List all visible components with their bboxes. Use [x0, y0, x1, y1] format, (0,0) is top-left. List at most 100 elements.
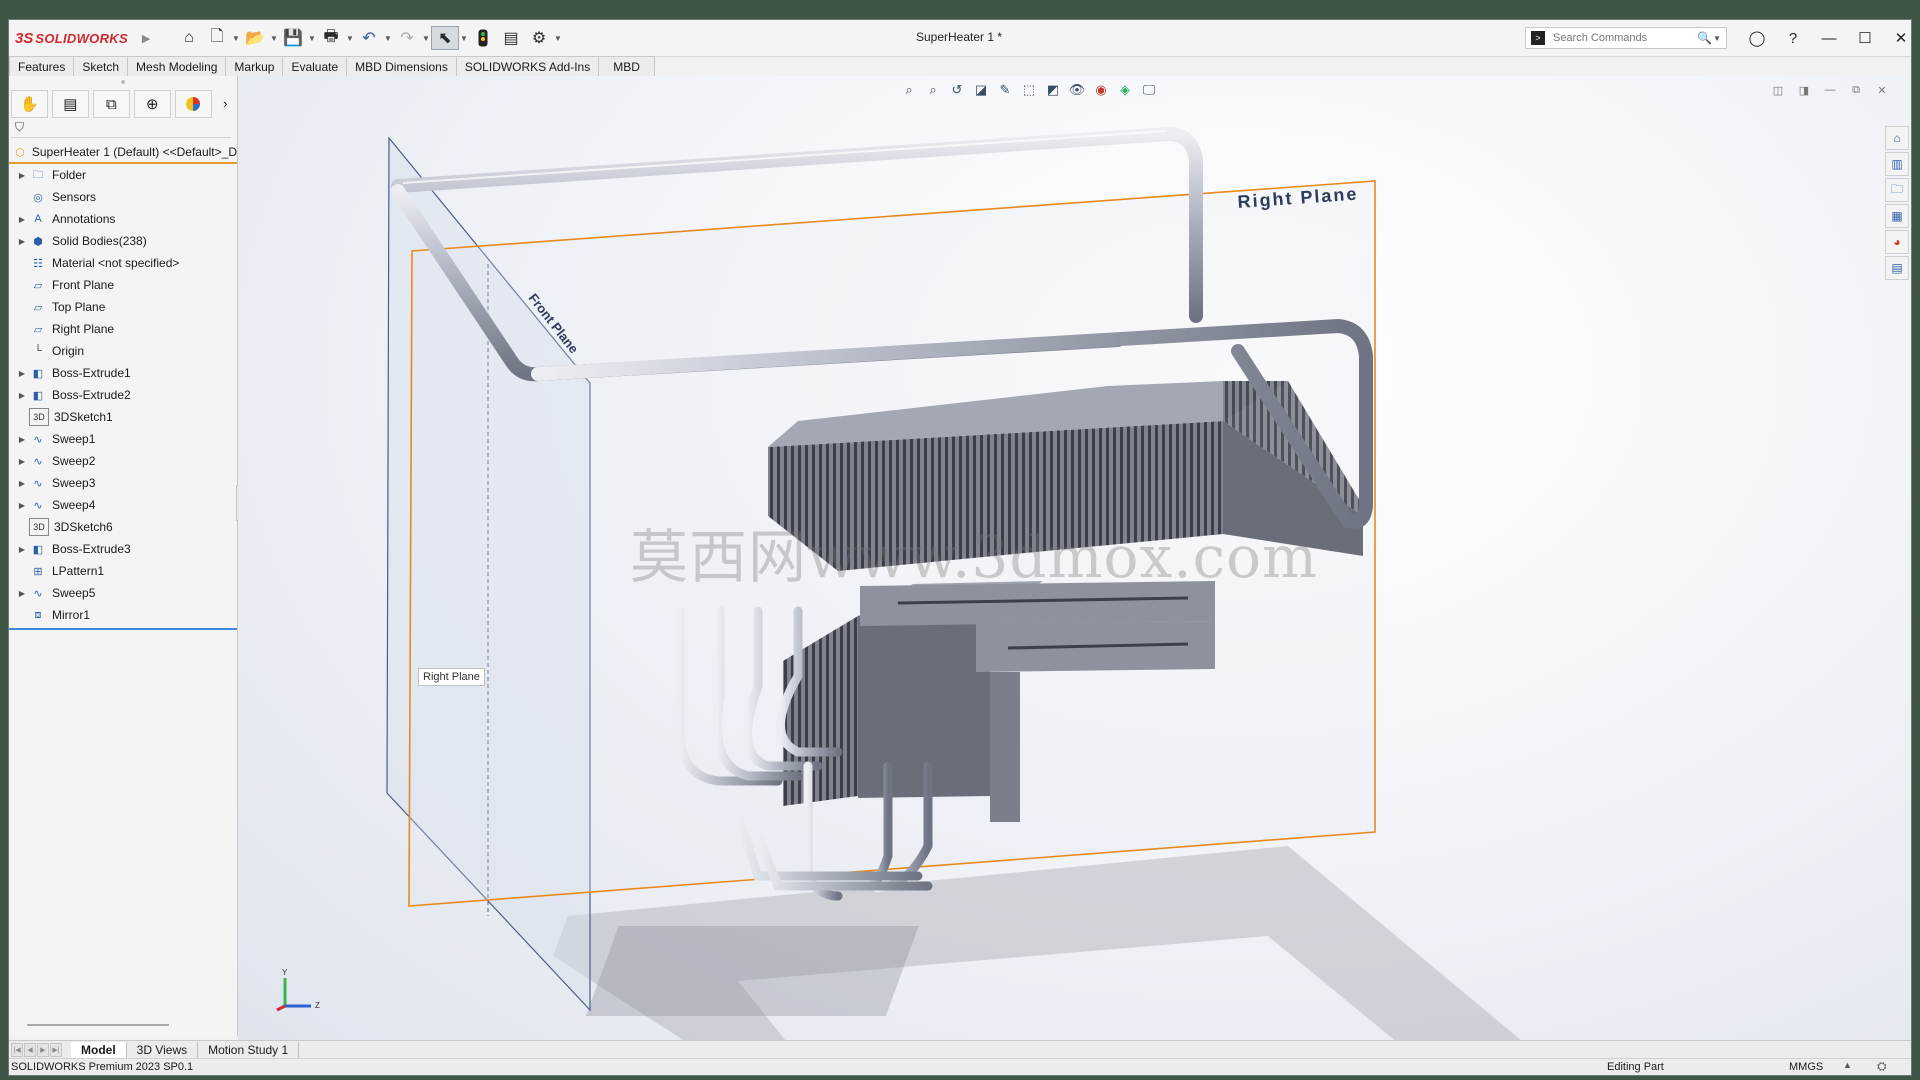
chevron-down-icon[interactable]: ▼	[231, 34, 241, 43]
tab-mesh-modeling[interactable]: Mesh Modeling	[128, 56, 227, 77]
display-manager-tab-icon[interactable]	[174, 90, 212, 118]
chevron-down-icon[interactable]: ▼	[345, 34, 355, 43]
prev-tab-arrow-icon[interactable]: ◀	[24, 1042, 36, 1057]
graphics-viewport[interactable]: ⌕ ⌕ ↺ ◪ ✎ ⬚ ◩ 👁 ◉ ◈ 🖵 ◫ ◨ — ⧉ ✕ ⌂ ▥ 🗀 ▦ …	[238, 76, 1911, 1060]
next-tab-arrow-icon[interactable]: ▶	[37, 1042, 49, 1057]
tree-item-sweep2[interactable]: ▶ ∿ Sweep2	[9, 450, 237, 472]
tab-motion-study[interactable]: Motion Study 1	[198, 1041, 300, 1058]
dimxpert-tab-icon[interactable]: ⊕	[133, 90, 171, 118]
chevron-down-icon[interactable]: ▼	[383, 34, 393, 43]
plane-icon: ▱	[33, 323, 43, 336]
tree-item-boss-extrude2[interactable]: ▶ ◧ Boss-Extrude2	[9, 384, 237, 406]
units-caret-icon[interactable]: ▲	[1843, 1060, 1852, 1070]
undo-icon[interactable]: ↶	[355, 26, 383, 50]
search-input[interactable]	[1551, 31, 1695, 45]
horizontal-scrollbar[interactable]	[27, 1024, 169, 1026]
expand-arrow-icon[interactable]: ▶	[15, 215, 29, 224]
tree-item-solid-bodies[interactable]: ▶ ⬢ Solid Bodies(238)	[9, 230, 237, 252]
chevron-down-icon[interactable]: ▼	[269, 34, 279, 43]
reference-triad: Y Z	[276, 968, 320, 1012]
tree-item-right-plane[interactable]: ▱ Right Plane	[9, 318, 237, 340]
expand-arrow-icon[interactable]: ▶	[15, 589, 29, 598]
redo-icon[interactable]: ↷	[393, 26, 421, 50]
chevron-down-icon[interactable]: ▼	[421, 34, 431, 43]
tree-item-top-plane[interactable]: ▱ Top Plane	[9, 296, 237, 318]
tree-item-annotations[interactable]: ▶ A Annotations	[9, 208, 237, 230]
rollback-bar[interactable]	[9, 628, 237, 630]
tab-3d-views[interactable]: 3D Views	[127, 1041, 199, 1058]
options-gear-icon[interactable]: ⚙	[525, 26, 553, 50]
tree-item-lpattern1[interactable]: ⊞ LPattern1	[9, 560, 237, 582]
configuration-manager-tab-icon[interactable]: ⧉	[92, 90, 130, 118]
tree-item-folder[interactable]: ▶ 🗀 Folder	[9, 164, 237, 186]
tree-item-material[interactable]: ☷ Material <not specified>	[9, 252, 237, 274]
search-commands-box[interactable]: > 🔍 ▼	[1525, 27, 1727, 49]
first-tab-arrow-icon[interactable]: |◀	[11, 1042, 23, 1057]
tree-item-boss-extrude3[interactable]: ▶ ◧ Boss-Extrude3	[9, 538, 237, 560]
tab-model[interactable]: Model	[71, 1041, 127, 1058]
expand-arrow-icon[interactable]: ▶	[15, 545, 29, 554]
expand-arrow-icon[interactable]: ▶	[15, 479, 29, 488]
tree-item-boss-extrude1[interactable]: ▶ ◧ Boss-Extrude1	[9, 362, 237, 384]
tree-item-3dsketch1[interactable]: 3D 3DSketch1	[9, 406, 237, 428]
unit-system[interactable]: MMGS	[1789, 1061, 1823, 1073]
chevron-down-icon[interactable]: ▼	[459, 34, 469, 43]
part-icon: ⬡	[15, 146, 25, 159]
expand-arrow-icon[interactable]: ▶	[15, 457, 29, 466]
chevron-down-icon[interactable]: ▼	[307, 34, 317, 43]
tab-evaluate[interactable]: Evaluate	[283, 56, 348, 77]
tree-filter[interactable]: ⛉	[11, 119, 231, 138]
tree-item-sweep5[interactable]: ▶ ∿ Sweep5	[9, 582, 237, 604]
panel-grip[interactable]	[121, 80, 125, 84]
tree-item-3dsketch6[interactable]: 3D 3DSketch6	[9, 516, 237, 538]
more-tabs-chevron-icon[interactable]: ›	[216, 90, 235, 116]
tree-item-sweep3[interactable]: ▶ ∿ Sweep3	[9, 472, 237, 494]
tree-item-sweep4[interactable]: ▶ ∿ Sweep4	[9, 494, 237, 516]
chevron-down-icon[interactable]: ▼	[553, 34, 563, 43]
top-tube-highlight	[402, 130, 1167, 184]
property-manager-tab-icon[interactable]: ▤	[51, 90, 89, 118]
rebuild-icon[interactable]	[469, 26, 497, 50]
menu-expand-icon[interactable]: ▶	[142, 32, 150, 45]
home-icon[interactable]: ⌂	[175, 26, 203, 50]
minimize-button[interactable]: —	[1811, 26, 1847, 50]
select-pointer-icon[interactable]: ⬉	[431, 26, 459, 50]
rebuild-status-icon[interactable]: ⛭	[1877, 1059, 1887, 1074]
expand-arrow-icon[interactable]: ▶	[15, 501, 29, 510]
tab-mbd[interactable]: MBD	[599, 56, 655, 77]
tab-markup[interactable]: Markup	[226, 56, 284, 77]
search-icon[interactable]: 🔍	[1697, 31, 1712, 45]
model-tabs-bar: |◀ ◀ ▶ ▶| Model 3D Views Motion Study 1	[9, 1040, 1911, 1058]
tree-item-mirror1[interactable]: ⧈ Mirror1	[9, 604, 237, 626]
maximize-button[interactable]: ☐	[1847, 26, 1883, 50]
file-properties-icon[interactable]: ▤	[497, 26, 525, 50]
feature-tree-tab-icon[interactable]: ✋	[11, 90, 48, 118]
expand-arrow-icon[interactable]: ▶	[15, 369, 29, 378]
save-icon[interactable]: 💾	[279, 26, 307, 50]
expand-arrow-icon[interactable]: ▶	[15, 435, 29, 444]
expand-arrow-icon[interactable]: ▶	[15, 237, 29, 246]
tab-mbd-dimensions[interactable]: MBD Dimensions	[347, 56, 457, 77]
filter-icon[interactable]: ⛉	[15, 120, 24, 135]
last-tab-arrow-icon[interactable]: ▶|	[50, 1042, 62, 1057]
tree-root-part[interactable]: ⬡ SuperHeater 1 (Default) <<Default>_D	[9, 142, 237, 164]
expand-arrow-icon[interactable]: ▶	[15, 391, 29, 400]
user-account-icon[interactable]: ◯	[1739, 26, 1775, 50]
open-folder-icon[interactable]: 📂	[241, 26, 269, 50]
tab-solidworks-addins[interactable]: SOLIDWORKS Add-Ins	[456, 56, 600, 77]
expand-arrow-icon[interactable]: ▶	[15, 171, 29, 180]
chevron-down-icon[interactable]: ▼	[1712, 34, 1722, 43]
tree-item-sweep1[interactable]: ▶ ∿ Sweep1	[9, 428, 237, 450]
close-button[interactable]: ✕	[1883, 26, 1911, 50]
tree-item-origin[interactable]: └ Origin	[9, 340, 237, 362]
tree-item-label: LPattern1	[52, 564, 105, 578]
new-document-icon[interactable]: 🗋	[203, 26, 231, 50]
tree-item-sensors[interactable]: ◎ Sensors	[9, 186, 237, 208]
tab-sketch[interactable]: Sketch	[74, 56, 129, 77]
help-icon[interactable]: ?	[1775, 26, 1811, 50]
solidworks-logo[interactable]: 3S SOLIDWORKS ▶	[15, 28, 150, 48]
tab-features[interactable]: Features	[9, 56, 75, 77]
tree-item-label: Material <not specified>	[52, 256, 180, 270]
print-icon[interactable]: 🖶	[317, 26, 345, 50]
tree-item-front-plane[interactable]: ▱ Front Plane	[9, 274, 237, 296]
